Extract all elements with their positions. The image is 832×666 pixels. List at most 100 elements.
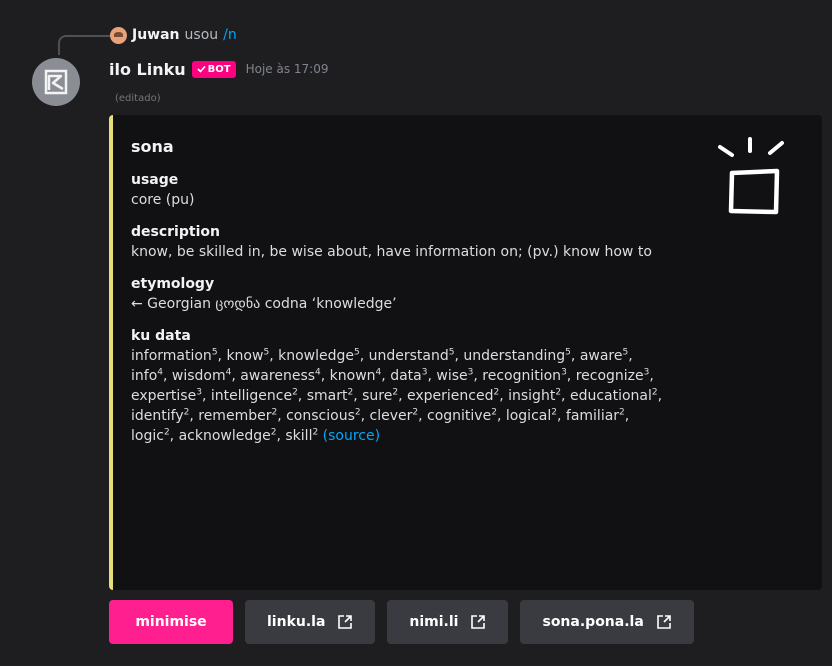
ku-data-word: awareness <box>240 368 316 384</box>
ku-data-word: educational <box>569 388 652 404</box>
ku-data-count: 5 <box>263 347 270 358</box>
ku-data-word: clever <box>369 408 413 424</box>
ku-data-word: aware <box>579 348 623 364</box>
ku-data-count: 5 <box>622 347 629 358</box>
ku-data-list: information5, know5, knowledge5, underst… <box>131 347 663 444</box>
ku-data-count: 3 <box>643 367 650 378</box>
linku-la-button[interactable]: linku.la <box>245 600 376 644</box>
field-etymology: etymology ← Georgian ცოდნა codna ‘knowle… <box>131 274 822 314</box>
ku-data-count: 2 <box>347 387 354 398</box>
ku-data-count: 2 <box>412 407 419 418</box>
bot-badge: BOT <box>191 60 236 78</box>
field-etymology-name: etymology <box>131 276 215 292</box>
ku-data-count: 5 <box>565 347 571 358</box>
reply-verb: usou <box>184 27 219 43</box>
ku-data-count: 3 <box>561 367 567 378</box>
ku-data-count: 4 <box>375 367 382 378</box>
button-row: minimise linku.la nimi.li sona.pona.la <box>109 600 694 644</box>
ku-data-count: 2 <box>354 407 361 418</box>
reply-reference[interactable]: Juwan usou /n <box>110 24 237 46</box>
ku-data-count: 2 <box>270 427 277 438</box>
nimi-li-button-label: nimi.li <box>409 614 459 630</box>
ku-data-word: data <box>390 368 422 384</box>
ku-data-count: 5 <box>353 347 360 358</box>
bot-badge-label: BOT <box>207 63 231 75</box>
field-description-value: know, be skilled in, be wise about, have… <box>131 244 652 260</box>
ku-data-count: 4 <box>225 367 232 378</box>
ku-data-word: wisdom <box>171 368 226 384</box>
ku-data-count: 2 <box>493 387 500 398</box>
ku-data-word: smart <box>306 388 348 404</box>
ku-data-word: know <box>226 348 264 364</box>
sona-glyph-icon <box>718 137 784 215</box>
ku-data-count: 2 <box>312 427 319 438</box>
checkmark-icon <box>197 65 206 73</box>
ku-data-word: cognitive <box>427 408 492 424</box>
field-ku-data-name: ku data <box>131 328 191 344</box>
ku-data-word: understanding <box>463 348 566 364</box>
ku-data-count: 3 <box>421 367 428 378</box>
field-ku-data: ku data information5, know5, knowledge5,… <box>131 326 822 446</box>
message-header: ilo Linku BOT Hoje às 17:09 <box>109 56 329 82</box>
ku-data-count: 2 <box>392 387 399 398</box>
ku-data-word: logic <box>131 428 164 444</box>
external-link-icon <box>338 615 353 629</box>
ku-data-word: intelligence <box>210 388 293 404</box>
message-timestamp[interactable]: Hoje às 17:09 <box>246 62 329 76</box>
embed-card: sona usage core (pu) description know, b… <box>109 115 822 590</box>
ku-data-word: expertise <box>131 388 197 404</box>
ku-data-count: 3 <box>467 367 474 378</box>
ku-data-count: 2 <box>651 387 658 398</box>
ku-data-word: known <box>329 368 376 384</box>
ku-data-count: 4 <box>315 367 321 378</box>
minimise-button-label: minimise <box>135 614 207 630</box>
ku-data-count: 5 <box>211 347 218 358</box>
bot-avatar[interactable] <box>32 58 80 106</box>
linku-la-button-label: linku.la <box>267 614 326 630</box>
ku-data-word: recognition <box>482 368 562 384</box>
ku-data-count: 2 <box>271 407 278 418</box>
ku-data-word: information <box>131 348 212 364</box>
ku-data-count: 2 <box>163 427 170 438</box>
ku-data-count: 4 <box>157 367 163 378</box>
ku-data-word: remember <box>198 408 272 424</box>
ku-data-word: familiar <box>565 408 620 424</box>
ku-data-count: 2 <box>292 387 298 398</box>
ku-data-word: skill <box>285 428 313 444</box>
ku-data-count: 2 <box>619 407 625 418</box>
reply-user-avatar[interactable] <box>110 26 127 44</box>
ku-data-count: 2 <box>555 387 562 398</box>
field-description: description know, be skilled in, be wise… <box>131 222 822 262</box>
ku-data-word: wise <box>436 368 468 384</box>
ku-data-word: recognize <box>575 368 644 384</box>
ku-data-word: logical <box>505 408 552 424</box>
sona-pona-la-button-label: sona.pona.la <box>542 614 644 630</box>
bot-avatar-glyph-icon <box>44 69 68 95</box>
reply-connector-line <box>58 35 110 55</box>
reply-username[interactable]: Juwan <box>132 27 180 43</box>
bot-username[interactable]: ilo Linku <box>109 60 186 79</box>
ku-data-word: identify <box>131 408 184 424</box>
ku-data-word: insight <box>508 388 556 404</box>
ku-data-word: sure <box>362 388 393 404</box>
ku-data-count: 2 <box>183 407 190 418</box>
ku-data-word: info <box>131 368 158 384</box>
ku-data-count: 3 <box>196 387 202 398</box>
edited-label: (editado) <box>115 93 161 104</box>
ku-data-count: 2 <box>491 407 497 418</box>
ku-data-count: 5 <box>448 347 455 358</box>
source-link[interactable]: (source) <box>323 428 380 444</box>
field-description-name: description <box>131 224 220 240</box>
nimi-li-button[interactable]: nimi.li <box>387 600 509 644</box>
field-usage-value: core (pu) <box>131 192 195 208</box>
minimise-button[interactable]: minimise <box>109 600 233 644</box>
external-link-icon <box>471 615 486 629</box>
ku-data-word: acknowledge <box>178 428 271 444</box>
sona-pona-la-button[interactable]: sona.pona.la <box>520 600 694 644</box>
ku-data-word: conscious <box>286 408 355 424</box>
external-link-icon <box>656 615 671 629</box>
ku-data-word: knowledge <box>278 348 354 364</box>
reply-command[interactable]: /n <box>223 27 237 43</box>
field-etymology-value: ← Georgian ცოდნა codna ‘knowledge’ <box>131 296 397 312</box>
ku-data-word: understand <box>368 348 449 364</box>
